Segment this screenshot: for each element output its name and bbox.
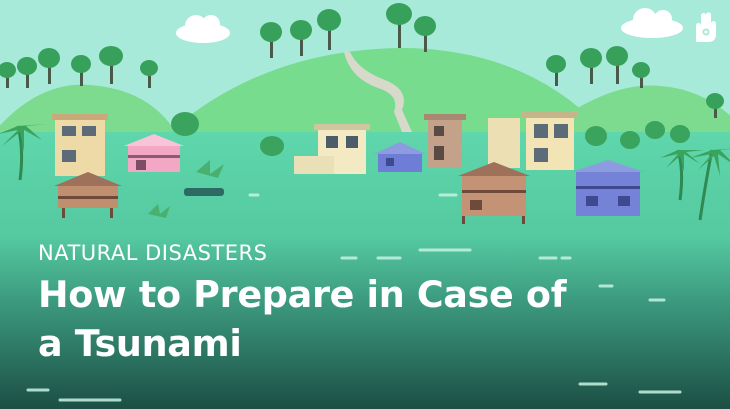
- category-label: NATURAL DISASTERS: [38, 241, 268, 265]
- raised-hand-icon: [696, 12, 716, 42]
- video-title: How to Prepare in Case of a Tsunami: [38, 270, 567, 368]
- title-line-2: a Tsunami: [38, 322, 242, 365]
- house-cream-right: [488, 112, 578, 170]
- house-tan-center: [424, 114, 466, 168]
- tsunami-thumbnail: NATURAL DISASTERS How to Prepare in Case…: [0, 0, 730, 409]
- house-cream-left: [52, 114, 108, 176]
- title-line-1: How to Prepare in Case of: [38, 273, 567, 316]
